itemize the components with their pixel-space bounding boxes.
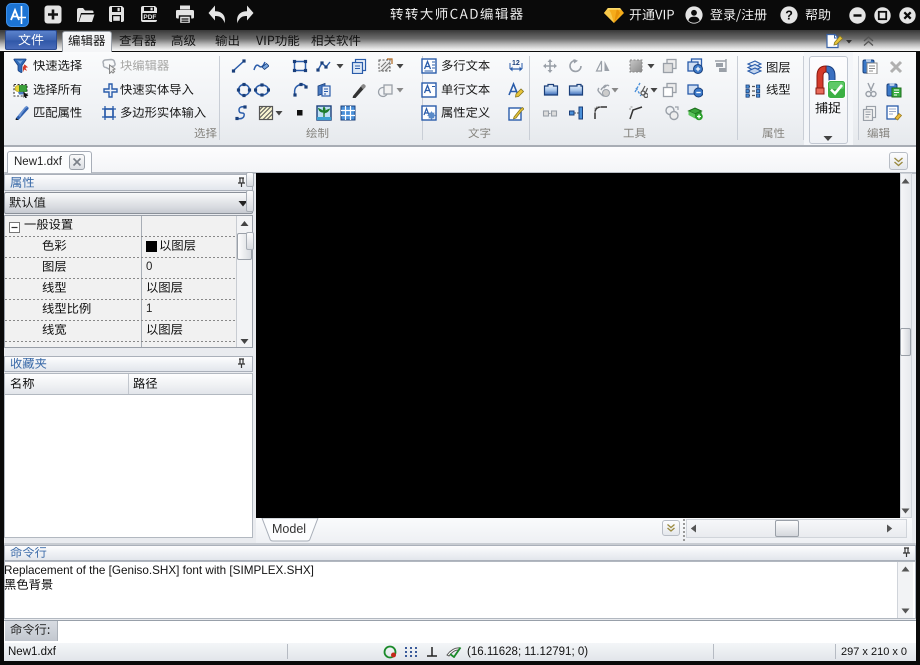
svg-text:PDF: PDF: [143, 14, 156, 21]
svg-text:?: ?: [785, 9, 793, 23]
svg-text:12: 12: [512, 60, 520, 67]
